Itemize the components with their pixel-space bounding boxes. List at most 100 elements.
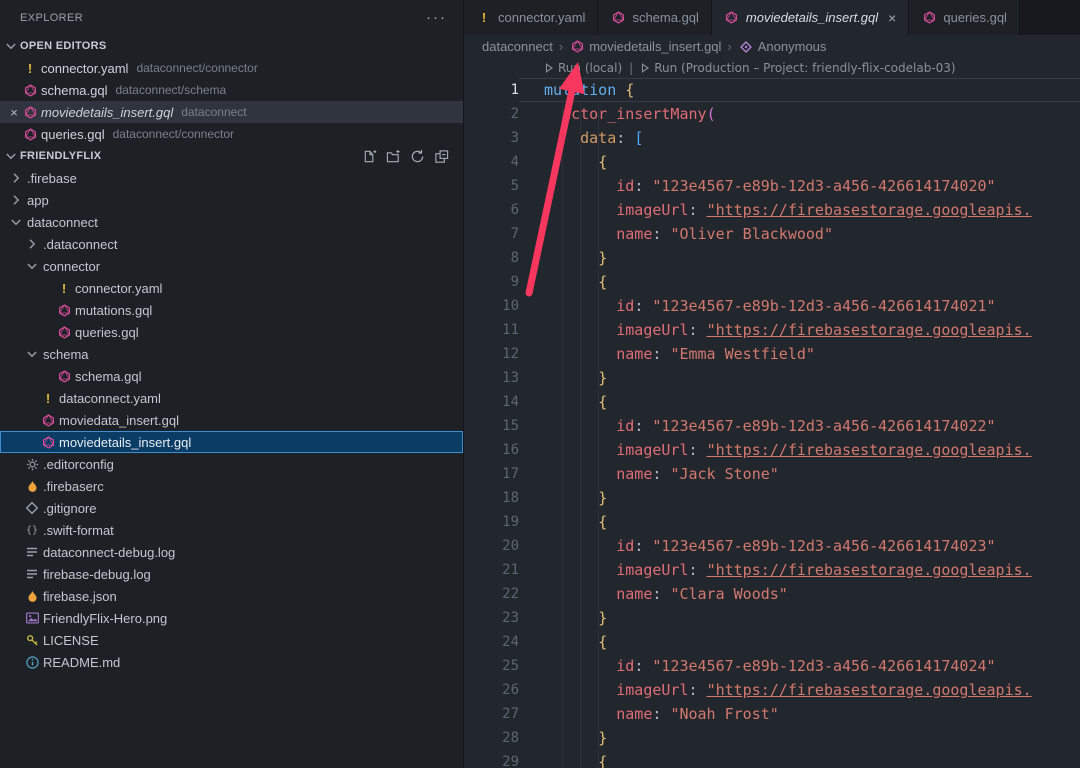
code-text[interactable]: { bbox=[519, 270, 1080, 294]
new-file-icon[interactable] bbox=[362, 149, 377, 164]
open-editor-queries.gql[interactable]: queries.gqldataconnect/connector bbox=[0, 123, 463, 145]
file-mutations.gql[interactable]: mutations.gql bbox=[0, 299, 463, 321]
graphql-icon bbox=[921, 11, 937, 24]
code-text[interactable]: id: "123e4567-e89b-12d3-a456-42661417402… bbox=[519, 294, 1080, 318]
open-editor-connector.yaml[interactable]: !connector.yamldataconnect/connector bbox=[0, 57, 463, 79]
image-file-icon bbox=[24, 612, 40, 624]
workspace-actions bbox=[362, 149, 463, 164]
code-text[interactable]: imageUrl: "https://firebasestorage.googl… bbox=[519, 198, 1080, 222]
tab-label: schema.gql bbox=[632, 10, 698, 25]
folder-app[interactable]: app bbox=[0, 189, 463, 211]
breadcrumb-Anonymous[interactable]: Anonymous bbox=[738, 39, 827, 54]
code-line-14: 14 { bbox=[464, 390, 1080, 414]
code-text[interactable]: { bbox=[519, 630, 1080, 654]
codelens-run-production[interactable]: Run (Production – Project: friendly-flix… bbox=[640, 61, 955, 75]
tree-item-label: queries.gql bbox=[75, 325, 139, 340]
file-moviedata_insert.gql[interactable]: moviedata_insert.gql bbox=[0, 409, 463, 431]
line-number: 2 bbox=[464, 102, 519, 126]
code-text[interactable]: mutation { bbox=[519, 78, 1080, 102]
tab-queries.gql[interactable]: queries.gql bbox=[909, 0, 1020, 35]
workspace-header[interactable]: FRIENDLYFLIX bbox=[0, 145, 463, 167]
code-text[interactable]: imageUrl: "https://firebasestorage.googl… bbox=[519, 438, 1080, 462]
file-.editorconfig[interactable]: .editorconfig bbox=[0, 453, 463, 475]
tree-item-label: README.md bbox=[43, 655, 120, 670]
code-text[interactable]: { bbox=[519, 150, 1080, 174]
file-moviedetails_insert.gql[interactable]: moviedetails_insert.gql bbox=[0, 431, 463, 453]
code-text[interactable]: { bbox=[519, 750, 1080, 768]
code-text[interactable]: id: "123e4567-e89b-12d3-a456-42661417402… bbox=[519, 174, 1080, 198]
line-number: 19 bbox=[464, 510, 519, 534]
folder-.firebase[interactable]: .firebase bbox=[0, 167, 463, 189]
code-text[interactable]: } bbox=[519, 726, 1080, 750]
file-firebase-debug.log[interactable]: firebase-debug.log bbox=[0, 563, 463, 585]
tab-schema.gql[interactable]: schema.gql bbox=[598, 0, 711, 35]
folder-dataconnect[interactable]: dataconnect bbox=[0, 211, 463, 233]
close-editor-icon[interactable]: × bbox=[6, 105, 22, 120]
code-text[interactable]: id: "123e4567-e89b-12d3-a456-42661417402… bbox=[519, 534, 1080, 558]
folder-connector[interactable]: connector bbox=[0, 255, 463, 277]
file-schema.gql[interactable]: schema.gql bbox=[0, 365, 463, 387]
tree-item-label: connector.yaml bbox=[75, 281, 162, 296]
code-editor[interactable]: 1mutation {2 actor_insertMany(3 data: [4… bbox=[464, 78, 1080, 768]
code-text[interactable]: name: "Oliver Blackwood" bbox=[519, 222, 1080, 246]
refresh-icon[interactable] bbox=[410, 149, 425, 164]
code-text[interactable]: imageUrl: "https://firebasestorage.googl… bbox=[519, 678, 1080, 702]
breadcrumb-dataconnect[interactable]: dataconnect bbox=[482, 39, 553, 54]
collapse-all-icon[interactable] bbox=[434, 149, 449, 164]
breadcrumb-separator: › bbox=[559, 39, 563, 54]
open-editors-header[interactable]: OPEN EDITORS bbox=[0, 35, 463, 57]
breadcrumb-label: Anonymous bbox=[758, 39, 827, 54]
open-editor-schema.gql[interactable]: schema.gqldataconnect/schema bbox=[0, 79, 463, 101]
code-line-11: 11 imageUrl: "https://firebasestorage.go… bbox=[464, 318, 1080, 342]
code-text[interactable]: name: "Jack Stone" bbox=[519, 462, 1080, 486]
new-folder-icon[interactable] bbox=[386, 149, 401, 164]
code-text[interactable]: { bbox=[519, 390, 1080, 414]
code-text[interactable]: { bbox=[519, 510, 1080, 534]
close-tab-icon[interactable]: × bbox=[888, 10, 896, 26]
tab-moviedetails_insert.gql[interactable]: moviedetails_insert.gql× bbox=[712, 0, 909, 35]
file-.gitignore[interactable]: .gitignore bbox=[0, 497, 463, 519]
code-text[interactable]: } bbox=[519, 606, 1080, 630]
code-text[interactable]: name: "Clara Woods" bbox=[519, 582, 1080, 606]
folder-schema[interactable]: schema bbox=[0, 343, 463, 365]
tree-item-label: moviedetails_insert.gql bbox=[59, 435, 191, 450]
breadcrumb-moviedetails_insert.gql[interactable]: moviedetails_insert.gql bbox=[569, 39, 721, 54]
code-text[interactable]: id: "123e4567-e89b-12d3-a456-42661417402… bbox=[519, 654, 1080, 678]
code-line-17: 17 name: "Jack Stone" bbox=[464, 462, 1080, 486]
file-LICENSE[interactable]: LICENSE bbox=[0, 629, 463, 651]
file-firebase.json[interactable]: firebase.json bbox=[0, 585, 463, 607]
warning-icon: ! bbox=[40, 391, 56, 406]
file-.firebaserc[interactable]: .firebaserc bbox=[0, 475, 463, 497]
file-README.md[interactable]: README.md bbox=[0, 651, 463, 673]
file-connector.yaml[interactable]: !connector.yaml bbox=[0, 277, 463, 299]
line-number: 22 bbox=[464, 582, 519, 606]
code-text[interactable]: } bbox=[519, 366, 1080, 390]
open-editor-moviedetails_insert.gql[interactable]: ×moviedetails_insert.gqldataconnect bbox=[0, 101, 463, 123]
file-dataconnect.yaml[interactable]: !dataconnect.yaml bbox=[0, 387, 463, 409]
codelens-label: Run (Production – Project: friendly-flix… bbox=[654, 61, 955, 75]
code-text[interactable]: } bbox=[519, 486, 1080, 510]
code-text[interactable]: imageUrl: "https://firebasestorage.googl… bbox=[519, 558, 1080, 582]
code-line-29: 29 { bbox=[464, 750, 1080, 768]
tab-connector.yaml[interactable]: !connector.yaml bbox=[464, 0, 598, 35]
chevron-down-icon bbox=[24, 258, 40, 274]
code-text[interactable]: data: [ bbox=[519, 126, 1080, 150]
code-text[interactable]: name: "Noah Frost" bbox=[519, 702, 1080, 726]
code-line-25: 25 id: "123e4567-e89b-12d3-a456-42661417… bbox=[464, 654, 1080, 678]
more-actions-icon[interactable]: ··· bbox=[426, 13, 447, 23]
info-icon bbox=[24, 656, 40, 669]
code-line-20: 20 id: "123e4567-e89b-12d3-a456-42661417… bbox=[464, 534, 1080, 558]
folder-.dataconnect[interactable]: .dataconnect bbox=[0, 233, 463, 255]
file-queries.gql[interactable]: queries.gql bbox=[0, 321, 463, 343]
line-number: 12 bbox=[464, 342, 519, 366]
file-FriendlyFlix-Hero.png[interactable]: FriendlyFlix-Hero.png bbox=[0, 607, 463, 629]
code-text[interactable]: actor_insertMany( bbox=[519, 102, 1080, 126]
codelens-run-local[interactable]: Run (local) bbox=[544, 61, 622, 75]
code-text[interactable]: name: "Emma Westfield" bbox=[519, 342, 1080, 366]
code-text[interactable]: id: "123e4567-e89b-12d3-a456-42661417402… bbox=[519, 414, 1080, 438]
code-text[interactable]: imageUrl: "https://firebasestorage.googl… bbox=[519, 318, 1080, 342]
code-text[interactable]: } bbox=[519, 246, 1080, 270]
file-.swift-format[interactable]: {}.swift-format bbox=[0, 519, 463, 541]
file-dataconnect-debug.log[interactable]: dataconnect-debug.log bbox=[0, 541, 463, 563]
code-line-26: 26 imageUrl: "https://firebasestorage.go… bbox=[464, 678, 1080, 702]
